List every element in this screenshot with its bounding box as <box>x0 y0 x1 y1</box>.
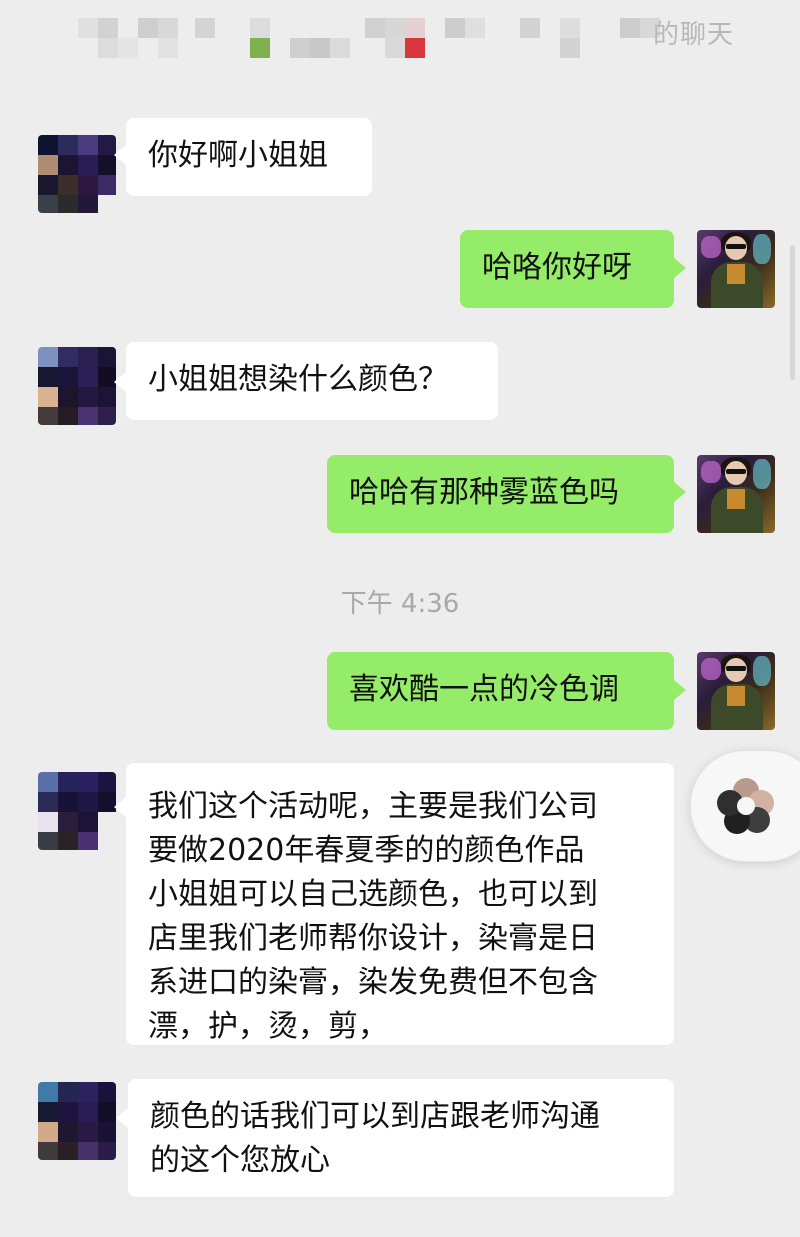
user-avatar[interactable] <box>697 652 775 730</box>
contact-avatar[interactable] <box>38 772 116 850</box>
bubble-tail <box>116 1108 128 1128</box>
chat-title: 的聊天 <box>652 20 734 50</box>
bubble-tail <box>674 258 686 278</box>
message-bubble[interactable]: 颜色的话我们可以到店跟老师沟通 的这个您放心 <box>128 1079 674 1197</box>
bubble-tail <box>114 145 126 165</box>
flower-icon <box>713 773 779 839</box>
bubble-tail <box>114 797 126 817</box>
contact-avatar[interactable] <box>38 347 116 425</box>
bubble-tail <box>674 680 686 700</box>
message-bubble[interactable]: 喜欢酷一点的冷色调 <box>327 652 674 730</box>
message-bubble[interactable]: 你好啊小姐姐 <box>126 118 372 196</box>
message-bubble[interactable]: 哈咯你好呀 <box>460 230 674 308</box>
floating-assist-button[interactable] <box>690 750 800 862</box>
message-timestamp: 下午 4:36 <box>340 589 460 619</box>
chat-header: 的聊天 <box>0 0 800 70</box>
user-avatar[interactable] <box>697 230 775 308</box>
message-bubble[interactable]: 哈哈有那种雾蓝色吗 <box>327 455 674 533</box>
scrollbar[interactable] <box>790 245 795 380</box>
contact-avatar[interactable] <box>38 135 116 213</box>
bubble-tail <box>114 372 126 392</box>
user-avatar[interactable] <box>697 455 775 533</box>
bubble-tail <box>674 482 686 502</box>
contact-avatar[interactable] <box>38 1082 116 1160</box>
message-bubble[interactable]: 小姐姐想染什么颜色？ <box>126 342 498 420</box>
message-bubble[interactable]: 我们这个活动呢，主要是我们公司 要做2020年春夏季的的颜色作品 小姐姐可以自己… <box>126 763 674 1045</box>
